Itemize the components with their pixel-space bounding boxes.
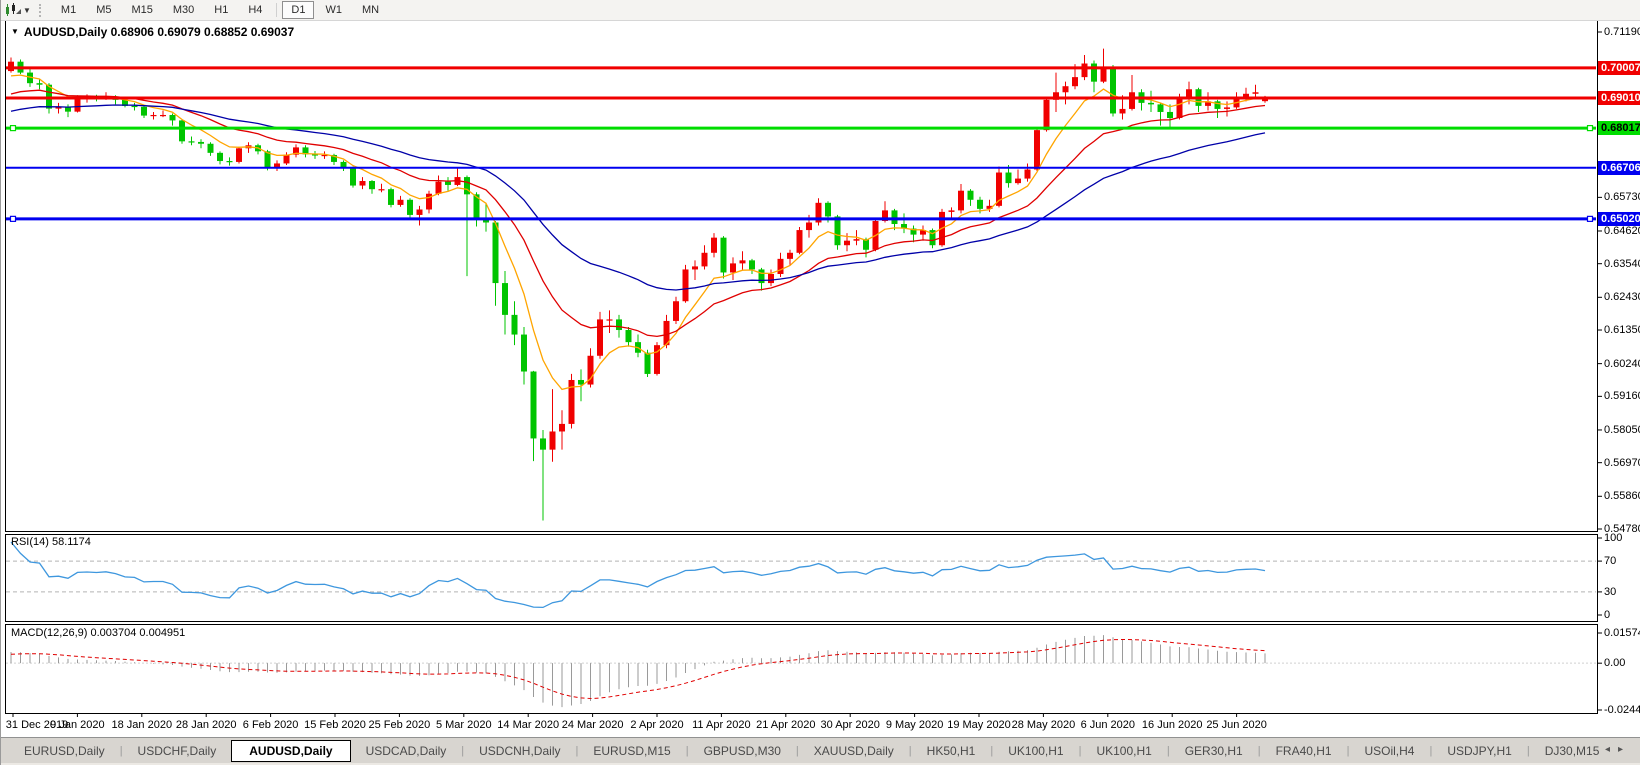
price-axis-label: 0.65730 [1604,191,1640,204]
price-axis-label: 0.58050 [1604,423,1640,436]
price-axis-label: 0.62430 [1604,291,1640,304]
price-axis-label: 0.59160 [1604,390,1640,403]
date-axis-label: 25 Feb 2020 [368,719,431,731]
chart-tab-eurusd-daily[interactable]: EURUSD,Daily [9,741,120,761]
price-axis-label: 0.56970 [1604,456,1640,469]
price-line-badge: 0.69010 [1598,91,1640,106]
timeframe-button-mn[interactable]: MN [353,1,388,19]
date-axis-label: 30 Apr 2020 [820,719,880,731]
date-axis-label: 18 Jan 2020 [111,719,173,731]
timeframe-button-h4[interactable]: H4 [239,1,271,19]
price-line-badge: 0.65020 [1598,211,1640,226]
date-axis-label: 15 Feb 2020 [304,719,366,731]
date-axis-label: 14 Mar 2020 [497,719,560,731]
date-axis-label: 19 May 2020 [947,719,1011,731]
chart-tab-hk50-h1[interactable]: HK50,H1 [912,741,991,761]
date-axis-label: 2 Apr 2020 [630,719,684,731]
date-axis-label: 28 May 2020 [1011,719,1076,731]
chart-tab-usdchf-daily[interactable]: USDCHF,Daily [123,741,232,761]
mt4-window: ▼ M1 M5 M15 M30 H1 H4 D1 W1 MN ▼ AUDUSD,Daily 0.6… [0,0,1640,765]
date-axis-label: 9 May 2020 [885,719,944,731]
price-axis-label: 0.71190 [1604,26,1640,38]
macd-label: MACD(12,26,9) 0.003704 0.004951 [11,627,186,639]
rsi-axis-label: 0 [1604,609,1611,621]
date-axis-label: 16 Jun 2020 [1141,719,1203,731]
date-axis-label: 9 Jan 2020 [50,719,105,731]
tab-scroll-right-button[interactable]: ▸ [1618,744,1631,755]
chart-tab-dj30-m15[interactable]: DJ30,M15 [1530,741,1615,761]
chart-type-dropdown-caret-icon[interactable]: ▼ [23,6,31,15]
price-axis-label: 0.64620 [1604,224,1640,237]
chart-tab-usdcnh-daily[interactable]: USDCNH,Daily [464,741,575,761]
rsi-axis-label: 100 [1604,532,1623,544]
chart-tab-fra40-h1[interactable]: FRA40,H1 [1261,741,1347,761]
price-line-badge: 0.66706 [1598,160,1640,175]
macd-axis-label: 0.015741 [1604,627,1640,639]
price-line-badge: 0.70007 [1598,60,1640,75]
timeframe-button-d1[interactable]: D1 [282,1,315,19]
rsi-label: RSI(14) 58.1174 [11,536,91,548]
chart-title: ▼ AUDUSD,Daily 0.68906 0.69079 0.68852 0.… [11,25,294,39]
chart-tabbar: EURUSD,Daily | USDCHF,Daily AUDUSD,Daily USD… [1,737,1640,763]
rsi-axis-label: 30 [1604,585,1617,598]
chart-title-text: AUDUSD,Daily 0.68906 0.69079 0.68852 0.6… [23,25,295,39]
chart-tab-usoil-h4[interactable]: USOil,H4 [1349,741,1429,761]
timeframe-button-h1[interactable]: H1 [205,1,237,19]
date-axis-label: 28 Jan 2020 [175,719,237,731]
price-axis-label: 0.61350 [1604,324,1640,337]
date-axis-label: 21 Apr 2020 [756,719,816,731]
date-axis-label: 11 Apr 2020 [692,719,751,731]
date-axis-label: 25 Jun 2020 [1206,719,1267,731]
main-chart-panel[interactable] [5,20,1598,532]
price-axis-label: 0.63540 [1604,257,1640,270]
chart-tab-gbpusd-m30[interactable]: GBPUSD,M30 [689,741,796,761]
date-axis-label: 24 Mar 2020 [561,719,624,731]
date-axis-label: 5 Mar 2020 [435,719,492,731]
chart-tab-ger30-h1[interactable]: GER30,H1 [1170,741,1258,761]
timeframe-button-m15[interactable]: M15 [122,1,161,19]
price-axis-label: 0.55860 [1604,490,1640,503]
timeframe-button-m1[interactable]: M1 [52,1,85,19]
toolbar-separator [276,3,278,17]
timeframe-button-m30[interactable]: M30 [164,1,203,19]
chart-type-icon[interactable] [4,3,22,17]
chart-tab-usdjpy-h1[interactable]: USDJPY,H1 [1432,741,1526,761]
rsi-panel[interactable] [5,534,1598,622]
price-axis-label: 0.60240 [1604,357,1640,370]
timeframe-toolbar: ▼ M1 M5 M15 M30 H1 H4 D1 W1 MN [1,0,1640,21]
tab-scroll-left-button[interactable]: ◂ [1605,744,1618,755]
chart-menu-triangle-icon[interactable]: ▼ [11,27,19,36]
macd-axis-label: 0.00 [1604,657,1626,670]
rsi-axis-label: 70 [1604,555,1617,568]
macd-axis-label: -0.024412 [1604,704,1640,716]
chart-tab-eurusd-m15[interactable]: EURUSD,M15 [578,741,685,761]
chart-tab-usdcad-daily[interactable]: USDCAD,Daily [351,741,462,761]
macd-panel[interactable] [5,624,1598,714]
chart-tab-uk100-h1[interactable]: UK100,H1 [993,741,1078,761]
timeframe-button-w1[interactable]: W1 [316,1,351,19]
price-line-badge: 0.68017 [1598,121,1640,136]
date-axis-label: 6 Feb 2020 [242,719,299,731]
toolbar-grip[interactable] [38,3,43,17]
chart-tab-audusd-daily[interactable]: AUDUSD,Daily [231,739,351,762]
timeframe-button-m5[interactable]: M5 [87,1,120,19]
date-axis-label: 6 Jun 2020 [1080,719,1136,731]
chart-tab-uk100-h1[interactable]: UK100,H1 [1081,741,1166,761]
chart-tab-xauusd-daily[interactable]: XAUUSD,Daily [799,741,909,761]
